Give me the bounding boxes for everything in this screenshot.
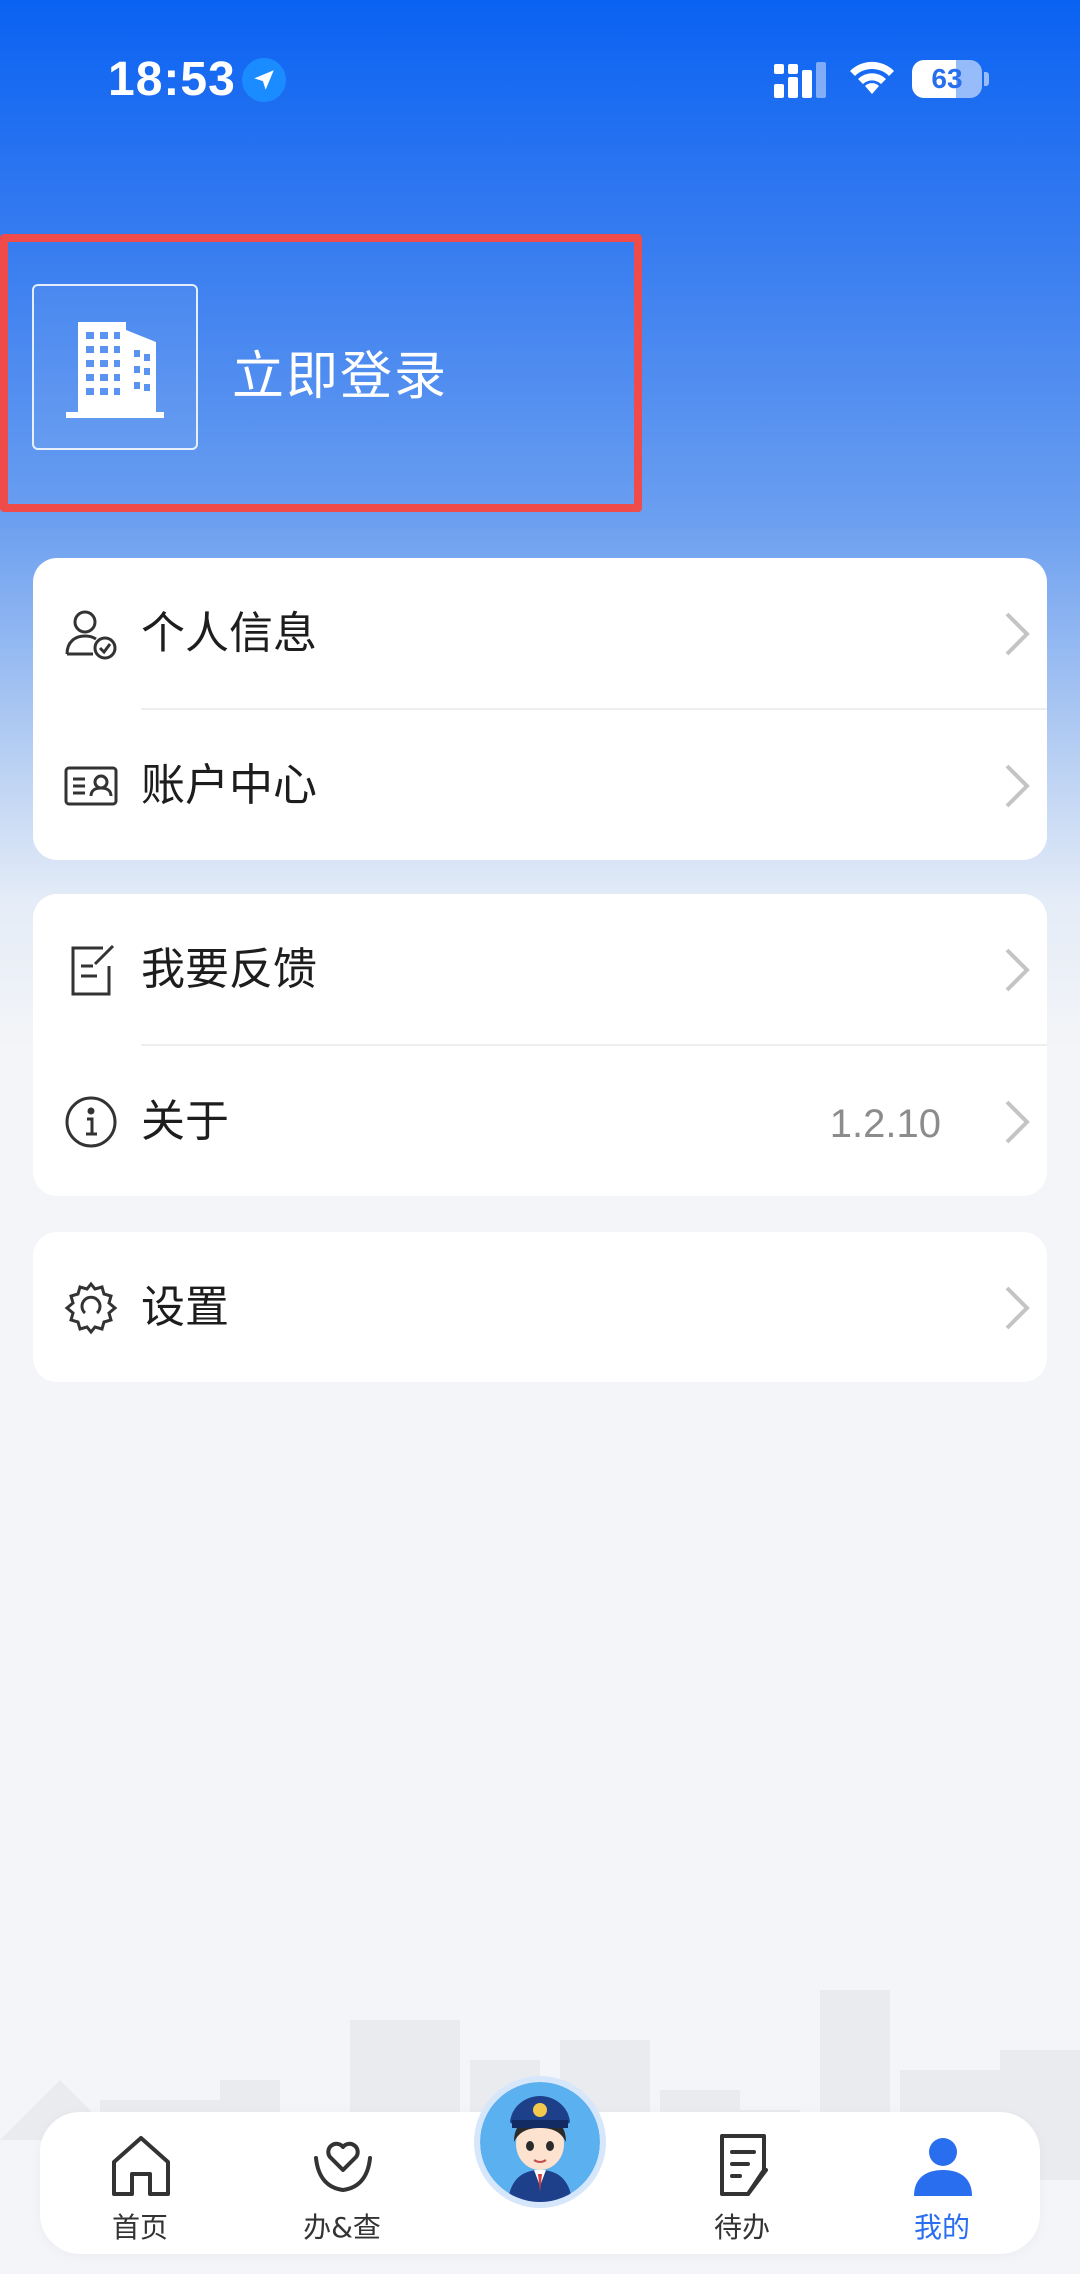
assistant-avatar-icon[interactable] [474, 2076, 606, 2208]
cellular-signal-icon [774, 62, 826, 98]
tab-label: 我的 [913, 2211, 970, 2244]
menu-card-support: 我要反馈 关于 1.2.10 [33, 894, 1047, 1196]
user-icon [914, 2138, 972, 2196]
battery-level: 63 [931, 63, 963, 94]
tab-mine[interactable]: 我的 [872, 2112, 1012, 2254]
status-time: 18:53 [108, 53, 236, 106]
menu-item-label: 设置 [141, 1282, 229, 1333]
menu-item-settings[interactable]: 设置 [33, 1232, 1047, 1382]
settings-gear-icon [64, 1281, 118, 1335]
id-card-icon [64, 766, 118, 806]
battery-icon: 63 [912, 60, 989, 98]
tab-label: 待办 [713, 2211, 770, 2244]
chevron-right-icon [1005, 1286, 1030, 1330]
tab-label: 首页 [111, 2211, 168, 2244]
menu-item-label: 关于 [141, 1096, 229, 1147]
wifi-icon [850, 61, 894, 94]
heart-hand-icon [314, 2141, 372, 2192]
menu-item-label: 个人信息 [141, 608, 317, 659]
building-icon [66, 322, 164, 418]
menu-item-label: 我要反馈 [141, 944, 317, 995]
avatar[interactable] [32, 284, 198, 450]
tab-todo[interactable]: 待办 [672, 2112, 812, 2254]
chevron-right-icon [1005, 764, 1030, 808]
location-arrow-icon [242, 58, 286, 102]
menu-item-personal-info[interactable]: 个人信息 [33, 558, 1047, 708]
tab-home[interactable]: 首页 [70, 2112, 210, 2254]
menu-item-account-center[interactable]: 账户中心 [33, 710, 1047, 860]
home-icon [112, 2136, 170, 2196]
tab-handle-query[interactable]: 办&查 [272, 2112, 412, 2254]
user-check-icon [65, 610, 117, 660]
chevron-right-icon [1005, 612, 1030, 656]
tab-label: 办&查 [303, 2211, 381, 2244]
menu-item-feedback[interactable]: 我要反馈 [33, 894, 1047, 1044]
login-button-label[interactable]: 立即登录 [232, 334, 448, 409]
menu-item-label: 账户中心 [141, 760, 317, 811]
officer-avatar [480, 2082, 600, 2202]
menu-card-profile: 个人信息 账户中心 [33, 558, 1047, 860]
todo-list-icon [720, 2134, 768, 2196]
status-bar: 18:53 63 [0, 0, 1080, 160]
feedback-edit-icon [71, 944, 115, 996]
app-version: 1.2.10 [829, 1102, 941, 1146]
menu-item-about[interactable]: 关于 1.2.10 [33, 1046, 1047, 1196]
chevron-right-icon [1005, 948, 1030, 992]
info-icon [65, 1096, 117, 1148]
menu-card-settings: 设置 [33, 1232, 1047, 1382]
chevron-right-icon [1005, 1100, 1030, 1144]
